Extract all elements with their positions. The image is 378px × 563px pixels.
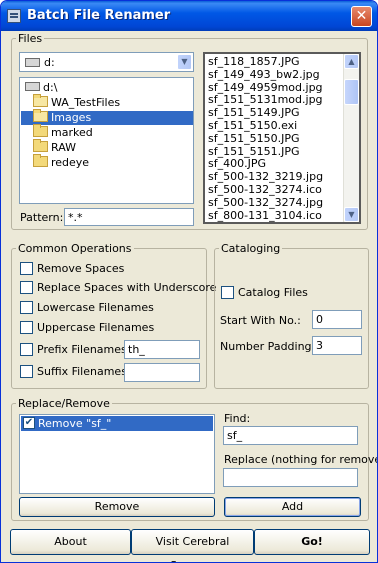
lowercase-checkbox[interactable] bbox=[20, 301, 33, 314]
replace-rules-list[interactable]: ✔ Remove "sf_" bbox=[19, 414, 215, 494]
replace-spaces-label[interactable]: Replace Spaces with Underscore bbox=[37, 281, 216, 294]
catalog-files-label[interactable]: Catalog Files bbox=[238, 286, 308, 299]
chevron-down-icon[interactable]: ▼ bbox=[177, 54, 192, 70]
visit-website-button[interactable]: Visit Cerebral Synergy bbox=[131, 529, 254, 562]
tree-item-label: redeye bbox=[51, 156, 90, 169]
file-list-item[interactable]: sf_151_5150.JPG bbox=[208, 132, 300, 145]
padding-value: 3 bbox=[316, 339, 323, 352]
drive-icon bbox=[25, 82, 40, 91]
start-with-input[interactable]: 0 bbox=[312, 310, 362, 329]
title-bar[interactable]: Batch File Renamer ✕ bbox=[1, 1, 377, 31]
files-legend: Files bbox=[18, 32, 43, 45]
start-with-label: Start With No.: bbox=[220, 314, 301, 327]
about-button[interactable]: About bbox=[10, 529, 131, 555]
find-value: sf_ bbox=[227, 429, 243, 442]
rule-row[interactable]: ✔ Remove "sf_" bbox=[21, 416, 213, 431]
file-list-item[interactable]: sf_400.JPG bbox=[208, 157, 266, 170]
file-list-item[interactable]: sf_151_5149.JPG bbox=[208, 106, 300, 119]
pattern-value: *.* bbox=[68, 211, 83, 224]
common-operations-legend: Common Operations bbox=[18, 242, 132, 255]
find-input[interactable]: sf_ bbox=[223, 426, 358, 445]
add-button[interactable]: Add bbox=[224, 497, 361, 517]
folder-icon bbox=[33, 154, 48, 167]
file-list-item[interactable]: sf_151_5151.JPG bbox=[208, 145, 300, 158]
padding-label: Number Padding: bbox=[220, 340, 316, 353]
uppercase-label[interactable]: Uppercase Filenames bbox=[37, 321, 154, 334]
rule-checkbox-checked[interactable]: ✔ bbox=[23, 417, 35, 429]
prefix-input[interactable]: th_ bbox=[124, 340, 200, 359]
tree-item-label: WA_TestFiles bbox=[51, 96, 121, 109]
main-window: Batch File Renamer ✕ Files d: ▼ d:\ WA_Te… bbox=[0, 0, 378, 563]
tree-item-label: Images bbox=[51, 111, 92, 124]
replace-spaces-checkbox[interactable] bbox=[20, 281, 33, 294]
tree-item-label: RAW bbox=[51, 141, 76, 154]
window-title: Batch File Renamer bbox=[27, 8, 171, 23]
folder-open-icon bbox=[33, 109, 48, 122]
find-label: Find: bbox=[224, 412, 251, 425]
tree-item[interactable]: WA_TestFiles bbox=[33, 94, 121, 110]
drive-select[interactable]: d: ▼ bbox=[19, 52, 194, 72]
folder-open-icon bbox=[33, 94, 48, 107]
suffix-input[interactable] bbox=[124, 363, 200, 382]
prefix-checkbox[interactable] bbox=[20, 343, 33, 356]
replace-input[interactable] bbox=[223, 468, 358, 487]
file-list-item[interactable]: sf_149_4959mod.jpg bbox=[208, 81, 323, 94]
file-list-item[interactable]: sf_800-131_3104.ico bbox=[208, 209, 322, 222]
file-list-item[interactable]: sf_500-132_3274.ico bbox=[208, 183, 322, 196]
file-list-item[interactable]: sf_500-132_3274.jpg bbox=[208, 196, 323, 209]
file-list-item[interactable]: sf_118_1857.JPG bbox=[208, 55, 300, 68]
pattern-label: Pattern: bbox=[20, 211, 64, 224]
app-icon bbox=[7, 9, 21, 23]
file-list[interactable]: sf_800-131_3104.ico sf_500-132_3274.jpg sf… bbox=[203, 52, 361, 224]
file-list-scrollbar[interactable]: ▲ ▼ bbox=[343, 54, 359, 222]
tree-item[interactable]: Images bbox=[21, 109, 193, 125]
file-list-item[interactable]: sf_500-132_3219.jpg bbox=[208, 170, 323, 183]
prefix-value: th_ bbox=[128, 343, 145, 356]
drive-value: d: bbox=[44, 56, 55, 69]
scroll-up-icon[interactable]: ▲ bbox=[344, 54, 359, 69]
suffix-label[interactable]: Suffix Filenames bbox=[37, 365, 127, 378]
tree-item[interactable]: d:\ bbox=[25, 81, 57, 95]
scroll-down-icon[interactable]: ▼ bbox=[344, 207, 359, 222]
file-list-item[interactable]: sf_149_493_bw2.jpg bbox=[208, 68, 320, 81]
drive-icon bbox=[25, 58, 40, 67]
cataloging-legend: Cataloging bbox=[221, 242, 281, 255]
replace-remove-legend: Replace/Remove bbox=[18, 397, 110, 410]
remove-spaces-label[interactable]: Remove Spaces bbox=[37, 262, 124, 275]
remove-button[interactable]: Remove bbox=[19, 497, 215, 517]
tree-item-label: marked bbox=[51, 126, 93, 139]
remove-spaces-checkbox[interactable] bbox=[20, 262, 33, 275]
tree-item[interactable]: marked bbox=[33, 124, 93, 140]
tree-item[interactable]: redeye bbox=[33, 154, 90, 170]
suffix-checkbox[interactable] bbox=[20, 365, 33, 378]
lowercase-label[interactable]: Lowercase Filenames bbox=[37, 301, 154, 314]
tree-item-label: d:\ bbox=[43, 81, 58, 94]
catalog-files-checkbox[interactable] bbox=[221, 286, 234, 299]
padding-input[interactable]: 3 bbox=[312, 336, 362, 355]
replace-label: Replace (nothing for remove): bbox=[224, 453, 378, 466]
file-list-item[interactable]: sf_151_5150.exi bbox=[208, 119, 297, 132]
folder-icon bbox=[33, 139, 48, 152]
go-button[interactable]: Go! bbox=[254, 529, 370, 555]
folder-icon bbox=[33, 124, 48, 137]
close-button[interactable]: ✕ bbox=[351, 6, 372, 27]
uppercase-checkbox[interactable] bbox=[20, 321, 33, 334]
file-list-item[interactable]: sf_151_5131mod.jpg bbox=[208, 93, 323, 106]
tree-item[interactable]: RAW bbox=[33, 139, 76, 155]
pattern-input[interactable]: *.* bbox=[64, 208, 194, 226]
rule-label: Remove "sf_" bbox=[38, 417, 112, 430]
scroll-thumb[interactable] bbox=[344, 79, 359, 105]
start-with-value: 0 bbox=[316, 313, 323, 326]
folder-tree[interactable]: d:\ WA_TestFiles Images marked RAW redeye bbox=[19, 77, 194, 204]
prefix-label[interactable]: Prefix Filenames bbox=[37, 343, 127, 356]
